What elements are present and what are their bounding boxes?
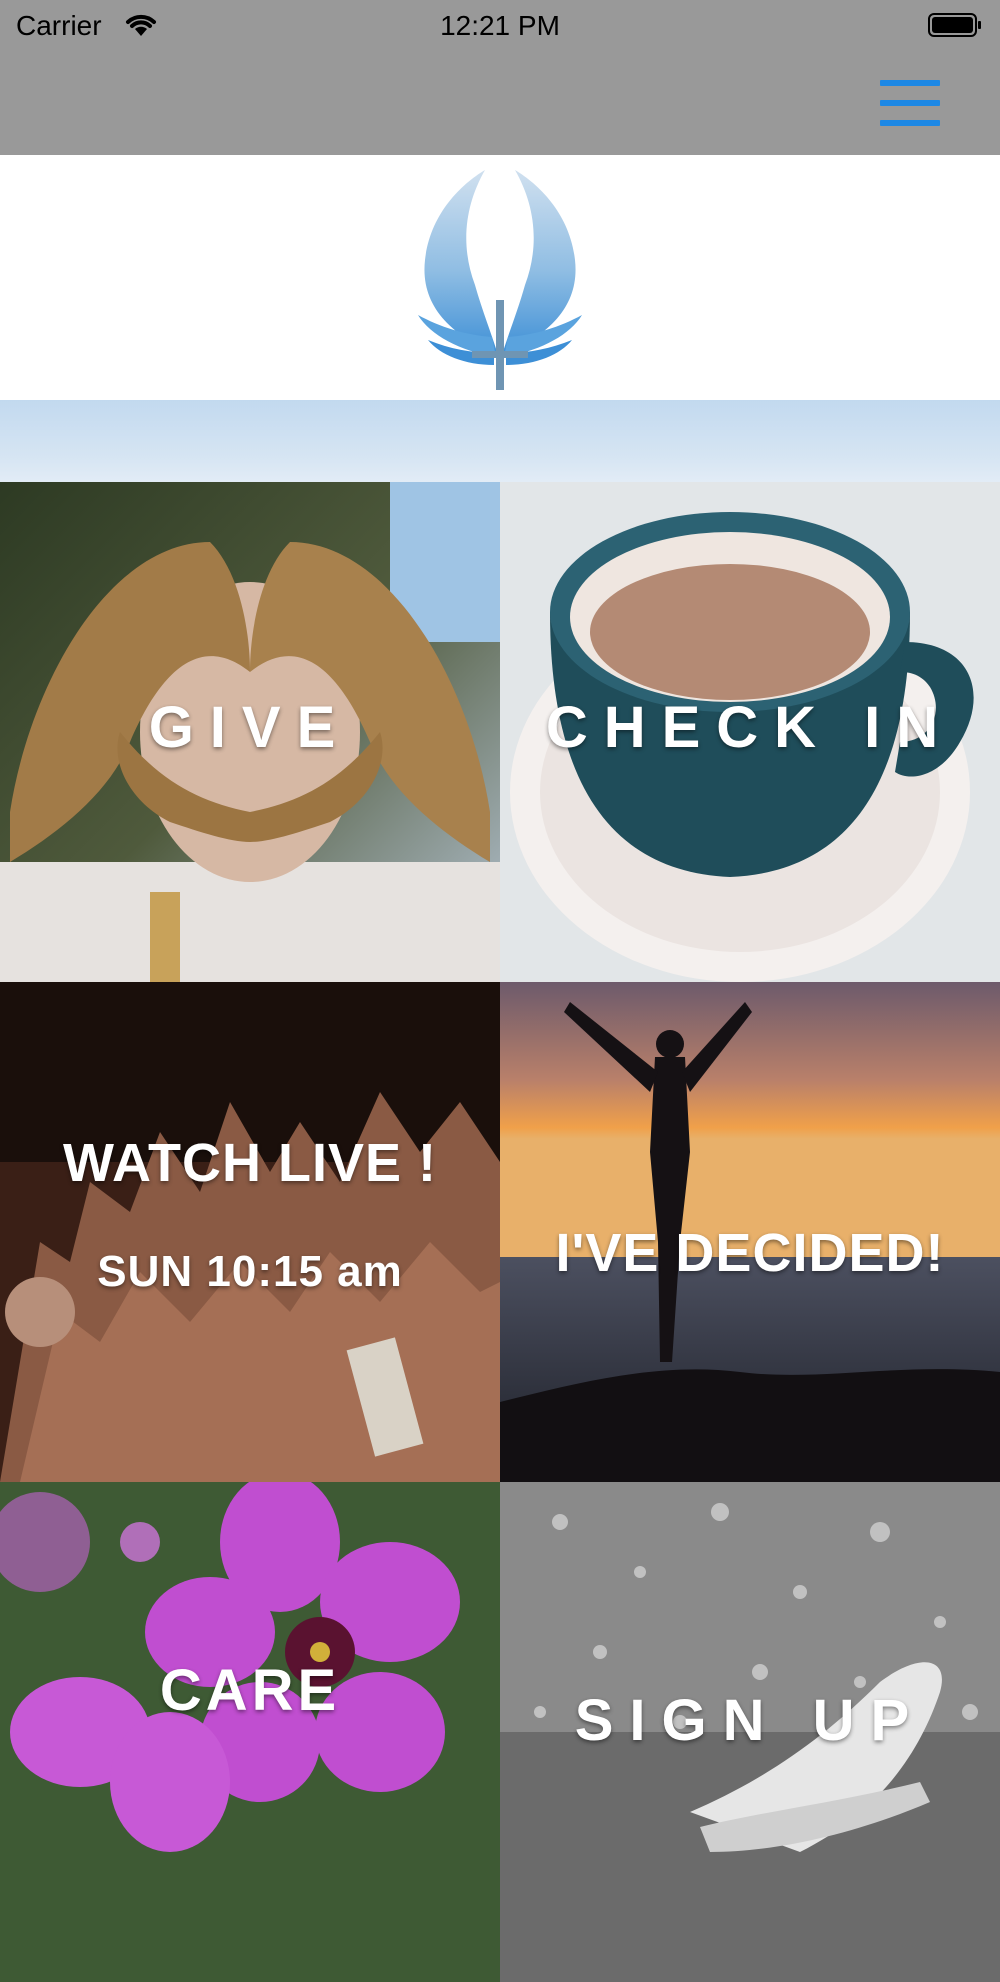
battery-icon — [928, 13, 981, 37]
hamburger-line — [880, 120, 940, 126]
tile-watch-live[interactable]: WATCH LIVE ! SUN 10:15 am — [0, 982, 500, 1482]
tile-care-label: CARE — [159, 1658, 341, 1723]
tile-watch-live-time: SUN 10:15 am — [97, 1247, 403, 1296]
nav-bar — [0, 50, 1000, 155]
header-image-strip — [0, 400, 1000, 482]
tile-check-in-label: CHECK IN — [545, 695, 955, 760]
hamburger-menu-icon — [880, 80, 940, 86]
hamburger-line — [880, 100, 940, 106]
tile-sign-up-label: SIGN UP — [574, 1688, 926, 1753]
crowd-photo — [0, 982, 500, 1482]
tile-watch-live-label: WATCH LIVE ! — [63, 1133, 437, 1193]
church-logo — [418, 170, 582, 390]
tile-ive-decided-label: I'VE DECIDED! — [555, 1223, 945, 1283]
tile-sign-up[interactable]: SIGN UP — [500, 1482, 1000, 1982]
tile-care[interactable]: CARE — [0, 1482, 500, 1982]
status-bar: Carrier 12:21 PM — [0, 0, 1000, 50]
tile-give-label: GIVE — [148, 695, 352, 760]
tile-ive-decided[interactable]: I'VE DECIDED! — [500, 982, 1000, 1482]
logo-band — [0, 155, 1000, 400]
clock: 12:21 PM — [440, 10, 560, 41]
tile-give[interactable]: GIVE — [0, 482, 500, 982]
hamburger-menu-button[interactable] — [870, 78, 950, 134]
tile-check-in[interactable]: CHECK IN — [500, 482, 1000, 982]
flower-photo — [0, 1482, 500, 1982]
